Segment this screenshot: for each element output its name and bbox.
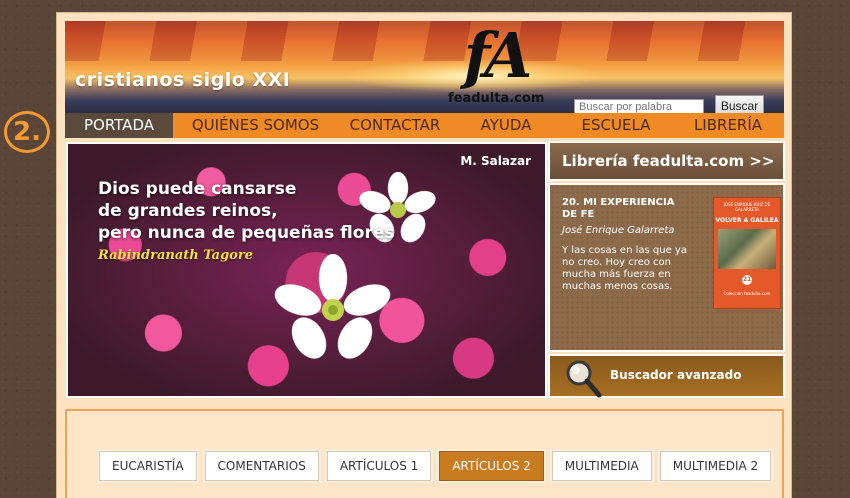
book-description: Y las cosas en las que ya no creo. Hoy c… (562, 245, 687, 292)
tab-articulos-1[interactable]: ARTÍCULOS 1 (326, 451, 432, 481)
nav-item-libreria[interactable]: LIBRERÍA (672, 113, 784, 138)
book-author: José Enrique Galarreta (562, 225, 675, 236)
white-flower-large (274, 254, 391, 359)
tab-articulos-2[interactable]: ARTÍCULOS 2 (439, 451, 544, 481)
hero-quote: Dios puede cansarse de grandes reinos, p… (98, 178, 395, 244)
page-container: cristianos siglo XXI fA feadulta.com Bus… (56, 12, 792, 498)
nav-item-ayuda[interactable]: AYUDA (452, 113, 560, 138)
nav-item-portada[interactable]: PORTADA (65, 113, 173, 138)
cover-publisher: Colección feadulta.com (723, 291, 771, 296)
photo-credit: M. Salazar (460, 154, 531, 168)
main-nav: PORTADA QUIÉNES SOMOS CONTACTAR AYUDA ES… (65, 113, 784, 138)
tab-eucaristia[interactable]: EUCARISTÍA (99, 451, 197, 481)
cover-title: VOLVER A GALILEA (715, 217, 779, 224)
cover-number: 21 (742, 275, 752, 285)
book-cover[interactable]: JOSÉ ENRIQUE RUIZ DE GALARRETA VOLVER A … (713, 197, 781, 309)
book-title[interactable]: 20. MI EXPERIENCIA DE FE (562, 197, 692, 221)
content-tabs: EUCARISTÍA COMENTARIOS ARTÍCULOS 1 ARTÍC… (99, 451, 772, 481)
cover-author: JOSÉ ENRIQUE RUIZ DE GALARRETA (723, 202, 771, 212)
quote-line: pero nunca de pequeñas flores (98, 223, 395, 243)
tab-multimedia-2[interactable]: MULTIMEDIA 2 (659, 451, 772, 481)
tab-comentarios[interactable]: COMENTARIOS (204, 451, 319, 481)
site-header: cristianos siglo XXI fA feadulta.com Bus… (65, 21, 784, 113)
header-clouds (65, 21, 784, 61)
nav-item-contactar[interactable]: CONTACTAR (338, 113, 452, 138)
featured-book[interactable]: 20. MI EXPERIENCIA DE FE José Enrique Ga… (548, 183, 785, 352)
quote-line: Dios puede cansarse (98, 179, 297, 199)
libreria-link[interactable]: Librería feadulta.com >> (548, 141, 785, 181)
site-title: cristianos siglo XXI (75, 69, 291, 91)
hero-banner[interactable]: M. Salazar Dios puede cansarse de grande… (66, 142, 547, 398)
nav-item-quienes-somos[interactable]: QUIÉNES SOMOS (173, 113, 338, 138)
step-badge: 2. (4, 111, 50, 153)
quote-line: de grandes reinos, (98, 201, 278, 221)
logo-mark: fA (463, 21, 533, 92)
magnifier-icon (566, 360, 602, 398)
search-button[interactable]: Buscar (715, 95, 764, 113)
site-logo[interactable]: fA feadulta.com (448, 21, 545, 111)
content-tabs-panel: EUCARISTÍA COMENTARIOS ARTÍCULOS 1 ARTÍC… (65, 409, 784, 498)
cover-photo (718, 229, 776, 269)
search-input[interactable] (574, 99, 704, 113)
quote-author: Rabindranath Tagore (98, 248, 253, 263)
logo-name: feadulta.com (448, 91, 545, 106)
tab-multimedia[interactable]: MULTIMEDIA (551, 451, 652, 481)
advanced-search-label: Buscador avanzado (610, 368, 742, 382)
nav-item-escuela[interactable]: ESCUELA (560, 113, 672, 138)
advanced-search-link[interactable]: Buscador avanzado (548, 354, 785, 398)
